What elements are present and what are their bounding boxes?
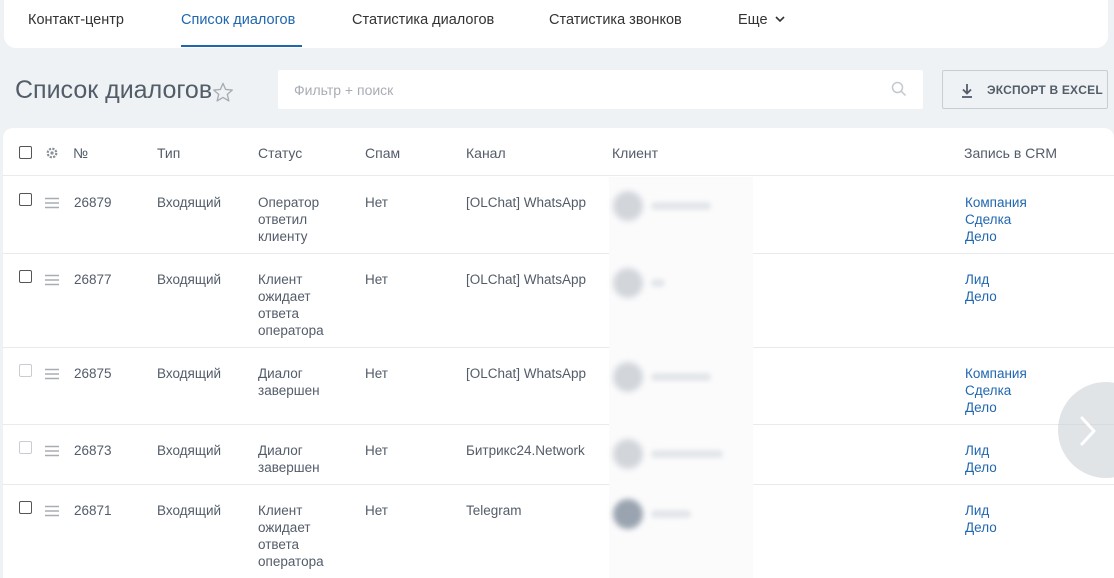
row-checkbox[interactable] <box>19 441 32 454</box>
crm-link-lead[interactable]: Лид <box>965 271 997 288</box>
row-channel: [OLChat] WhatsApp <box>466 272 587 287</box>
row-number[interactable]: 26877 <box>74 271 112 288</box>
crm-link-activity[interactable]: Дело <box>965 228 1027 245</box>
search-placeholder: Фильтр + поиск <box>294 82 394 98</box>
column-header-number[interactable]: № <box>73 145 88 161</box>
star-icon[interactable] <box>212 82 234 103</box>
row-spam: Нет <box>365 195 388 210</box>
chevron-right-icon <box>1080 416 1096 446</box>
page-title: Список диалогов <box>15 76 213 104</box>
table-row[interactable]: 26871 Входящий Клиент ожидает ответа операт… <box>3 485 1114 578</box>
drag-handle-icon[interactable] <box>45 197 59 209</box>
crm-link-activity[interactable]: Дело <box>965 519 997 536</box>
crm-link-deal[interactable]: Сделка <box>965 211 1027 228</box>
client-avatar[interactable] <box>613 362 643 392</box>
export-excel-button[interactable]: ЭКСПОРТ В EXCEL <box>942 70 1108 109</box>
crm-link-company[interactable]: Компания <box>965 194 1027 211</box>
row-spam: Нет <box>365 443 388 458</box>
client-name-redacted[interactable] <box>651 373 711 381</box>
column-header-type[interactable]: Тип <box>157 145 180 161</box>
table-header: № Тип Статус Спам Канал Клиент Запись в … <box>3 128 1114 176</box>
active-tab-indicator <box>181 45 302 47</box>
column-header-channel[interactable]: Канал <box>466 145 506 161</box>
tab-call-statistics[interactable]: Статистика звонков <box>549 12 682 28</box>
crm-link-company[interactable]: Компания <box>965 365 1027 382</box>
row-channel: Битрикс24.Network <box>466 443 585 458</box>
row-number[interactable]: 26871 <box>74 502 112 519</box>
row-type: Входящий <box>157 503 222 518</box>
row-spam: Нет <box>365 366 388 381</box>
client-avatar[interactable] <box>613 499 643 529</box>
row-status: Клиент ожидает ответа оператора <box>258 503 324 569</box>
drag-handle-icon[interactable] <box>45 445 59 457</box>
client-avatar[interactable] <box>613 268 643 298</box>
crm-link-activity[interactable]: Дело <box>965 288 997 305</box>
drag-handle-icon[interactable] <box>45 274 59 286</box>
row-spam: Нет <box>365 272 388 287</box>
top-navigation: Контакт-центр Список диалогов Статистика… <box>4 0 1108 48</box>
client-name-redacted[interactable] <box>651 202 711 210</box>
row-checkbox[interactable] <box>19 364 32 377</box>
column-header-status[interactable]: Статус <box>258 145 302 161</box>
table-row[interactable]: 26875 Входящий Диалог завершен Нет [OLCha… <box>3 348 1114 425</box>
tab-dialog-statistics[interactable]: Статистика диалогов <box>352 12 494 28</box>
row-type: Входящий <box>157 272 222 287</box>
gear-icon[interactable] <box>45 146 59 160</box>
row-channel: [OLChat] WhatsApp <box>466 195 587 210</box>
crm-link-activity[interactable]: Дело <box>965 399 1027 416</box>
row-status: Клиент ожидает ответа оператора <box>258 272 324 338</box>
client-name-redacted[interactable] <box>651 450 723 458</box>
column-header-crm[interactable]: Запись в CRM <box>964 145 1057 161</box>
column-header-spam[interactable]: Спам <box>365 145 400 161</box>
select-all-checkbox[interactable] <box>19 146 32 159</box>
row-crm-links: Лид Дело <box>965 442 997 476</box>
drag-handle-icon[interactable] <box>45 368 59 380</box>
row-type: Входящий <box>157 443 222 458</box>
table-row[interactable]: 26879 Входящий Оператор ответил клиенту Не… <box>3 177 1114 254</box>
column-header-client[interactable]: Клиент <box>612 145 658 161</box>
row-status: Оператор ответил клиенту <box>258 195 320 244</box>
row-number[interactable]: 26873 <box>74 442 112 459</box>
row-type: Входящий <box>157 195 222 210</box>
row-checkbox[interactable] <box>19 193 32 206</box>
row-crm-links: Лид Дело <box>965 502 997 536</box>
row-crm-links: Компания Сделка Дело <box>965 365 1027 416</box>
export-button-label: ЭКСПОРТ В EXCEL <box>987 83 1103 97</box>
row-status: Диалог завершен <box>258 443 320 475</box>
crm-link-activity[interactable]: Дело <box>965 459 997 476</box>
client-avatar[interactable] <box>613 191 643 221</box>
client-name-redacted[interactable] <box>651 279 665 287</box>
row-channel: Telegram <box>466 503 522 518</box>
dialog-table: № Тип Статус Спам Канал Клиент Запись в … <box>3 128 1114 578</box>
download-icon <box>962 84 972 98</box>
client-name-redacted[interactable] <box>651 510 691 518</box>
row-channel: [OLChat] WhatsApp <box>466 366 587 381</box>
drag-handle-icon[interactable] <box>45 505 59 517</box>
row-status: Диалог завершен <box>258 366 320 398</box>
row-checkbox[interactable] <box>19 501 32 514</box>
chevron-down-icon[interactable] <box>775 15 785 23</box>
row-checkbox[interactable] <box>19 270 32 283</box>
row-number[interactable]: 26879 <box>74 194 112 211</box>
table-row[interactable]: 26873 Входящий Диалог завершен Нет Битрик… <box>3 425 1114 485</box>
crm-link-deal[interactable]: Сделка <box>965 382 1027 399</box>
table-row[interactable]: 26877 Входящий Клиент ожидает ответа операт… <box>3 254 1114 348</box>
row-type: Входящий <box>157 366 222 381</box>
client-avatar[interactable] <box>613 439 643 469</box>
tab-more[interactable]: Еще <box>738 12 768 28</box>
row-number[interactable]: 26875 <box>74 365 112 382</box>
search-input[interactable]: Фильтр + поиск <box>278 70 923 109</box>
tab-dialog-list[interactable]: Список диалогов <box>181 12 295 28</box>
client-column-redacted <box>609 177 753 578</box>
row-spam: Нет <box>365 503 388 518</box>
tab-contact-center[interactable]: Контакт-центр <box>28 12 124 28</box>
row-crm-links: Компания Сделка Дело <box>965 194 1027 245</box>
crm-link-lead[interactable]: Лид <box>965 502 997 519</box>
row-crm-links: Лид Дело <box>965 271 997 305</box>
search-icon[interactable] <box>891 81 907 97</box>
crm-link-lead[interactable]: Лид <box>965 442 997 459</box>
